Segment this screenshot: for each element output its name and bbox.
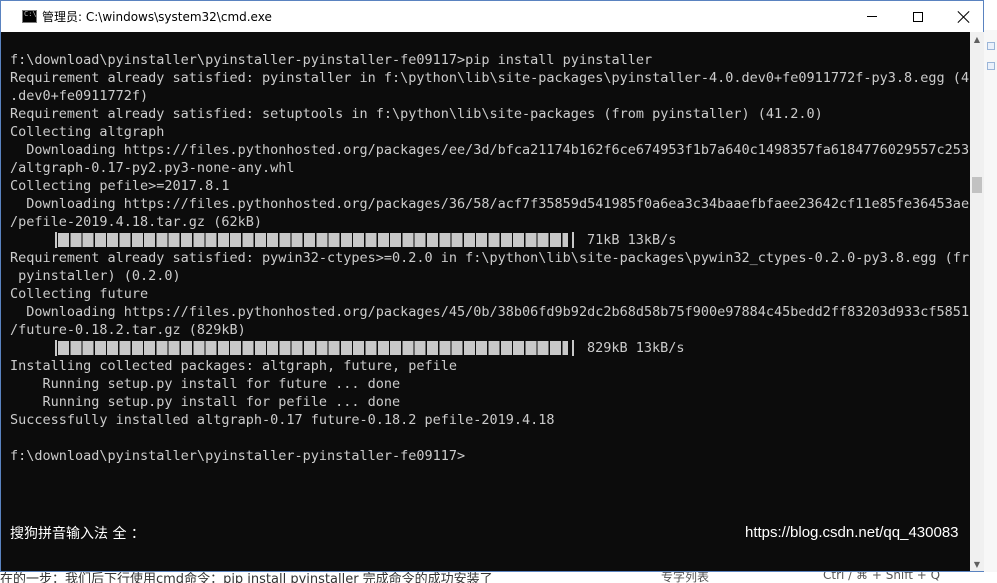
minimize-button[interactable] [849, 1, 895, 32]
console-line: Downloading https://files.pythonhosted.o… [10, 196, 970, 212]
window-title: 管理员: C:\windows\system32\cmd.exe [42, 10, 272, 24]
console-line: /future-0.18.2.tar.gz (829kB) [10, 322, 246, 338]
console-output[interactable]: f:\download\pyinstaller\pyinstaller-pyin… [1, 32, 970, 571]
console-line: Downloading https://files.pythonhosted.o… [10, 142, 970, 158]
cmd-icon[interactable] [22, 10, 37, 23]
console-line: pyinstaller) (0.2.0) [10, 268, 181, 284]
console-line: f:\download\pyinstaller\pyinstaller-pyin… [10, 52, 653, 68]
progress-bar-edge [55, 340, 57, 356]
close-icon [958, 11, 970, 23]
background-thumbnail-icon [987, 42, 995, 50]
progress-bar-edge [572, 340, 574, 356]
scrollbar-thumb[interactable] [972, 177, 982, 193]
console-line: /pefile-2019.4.18.tar.gz (62kB) [10, 214, 262, 230]
console-line: Collecting altgraph [10, 124, 165, 140]
maximize-icon [913, 11, 923, 22]
background-toc-label: 专字列表 [661, 572, 710, 583]
console-line: Requirement already satisfied: pywin32-c… [10, 250, 970, 266]
console-line: Running setup.py install for future ... … [10, 376, 401, 392]
scroll-down-arrow-icon[interactable]: ▼ [970, 557, 984, 571]
cmd-window: 管理员: C:\windows\system32\cmd.exe f:\down… [0, 0, 984, 572]
console-line: Downloading https://files.pythonhosted.o… [10, 304, 970, 320]
progress-bar-edge [572, 232, 574, 248]
close-button[interactable] [941, 1, 987, 32]
maximize-button[interactable] [895, 1, 941, 32]
console-line: Collecting pefile>=2017.8.1 [10, 178, 230, 194]
console-line: Successfully installed altgraph-0.17 fut… [10, 412, 555, 428]
download-progress-bar [58, 341, 568, 355]
console-line: Requirement already satisfied: setuptool… [10, 106, 823, 122]
console-line: Requirement already satisfied: pyinstall… [10, 70, 970, 86]
progress-stats: 71kB 13kB/s [587, 232, 677, 248]
scroll-up-arrow-icon[interactable]: ▲ [970, 32, 984, 46]
background-article-text: 在的一步：我们后下行使用cmd命令：pip install pyinstalle… [0, 572, 493, 583]
background-page-right-strip [984, 30, 997, 583]
command-prompt[interactable]: f:\download\pyinstaller\pyinstaller-pyin… [10, 447, 465, 465]
console-line: /altgraph-0.17-py2.py3-none-any.whl [10, 160, 295, 176]
console-scrollbar[interactable]: ▲ ▼ [970, 32, 984, 571]
ime-status-bar: 搜狗拼音输入法 全 ： [10, 526, 145, 542]
background-thumbnail-icon [987, 62, 995, 70]
console-line: .dev0+fe0911772f) [10, 88, 149, 104]
window-titlebar[interactable]: 管理员: C:\windows\system32\cmd.exe [1, 1, 983, 32]
progress-bar-edge [55, 232, 57, 248]
progress-stats: 829kB 13kB/s [587, 340, 685, 356]
download-progress-bar [58, 233, 568, 247]
console-line: Running setup.py install for pefile ... … [10, 394, 401, 410]
background-page-bottom-strip: 在的一步：我们后下行使用cmd命令：pip install pyinstalle… [0, 572, 997, 583]
background-shortcut-hint: Ctrl / ⌘ + Shift + Q [823, 572, 941, 582]
minimize-icon [867, 16, 877, 17]
console-line: Collecting future [10, 286, 149, 302]
console-line: Installing collected packages: altgraph,… [10, 358, 458, 374]
csdn-watermark: https://blog.csdn.net/qq_430083 [745, 524, 959, 541]
